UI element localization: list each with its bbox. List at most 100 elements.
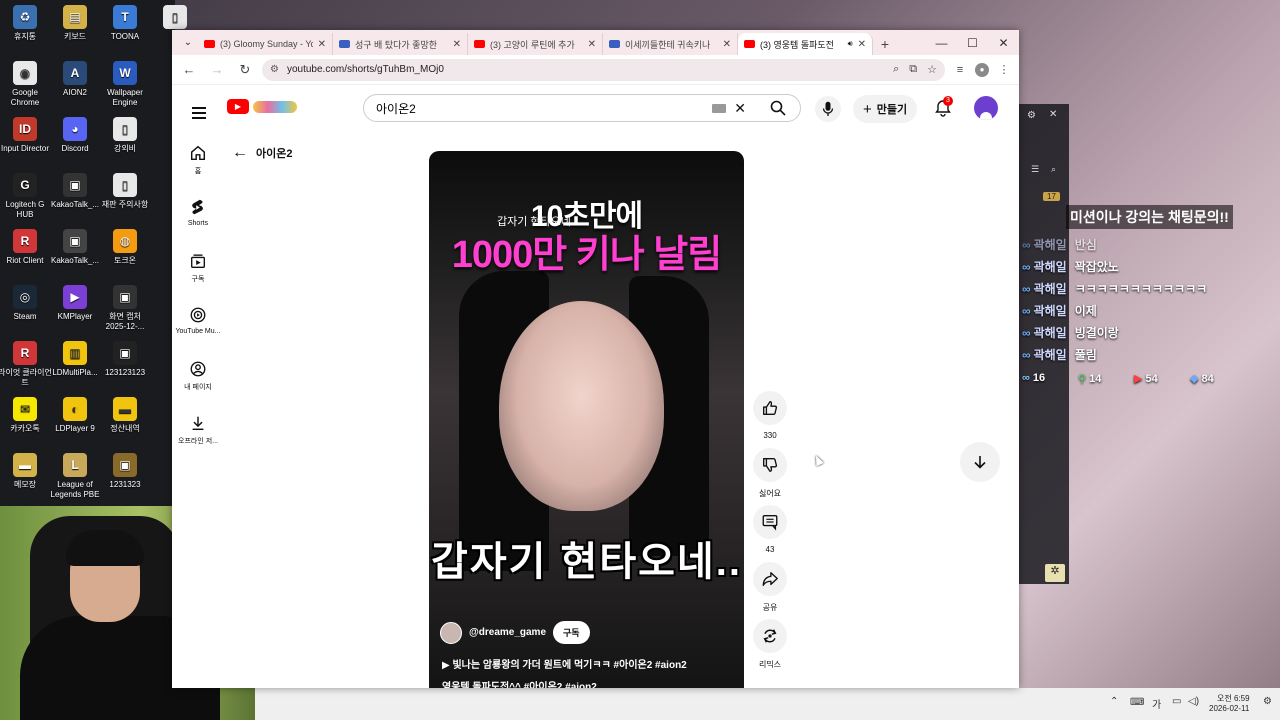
desktop-icon[interactable]: T TOONA <box>98 5 152 42</box>
desktop-icon[interactable]: ▯ <box>148 5 202 32</box>
desktop-icon[interactable]: ✉ 카카오톡 <box>0 397 52 434</box>
desktop-icon[interactable]: ID Input Director <box>0 117 52 154</box>
url-text[interactable]: youtube.com/shorts/gTuhBm_MOj0 <box>287 64 444 75</box>
install-app-icon[interactable]: ⧉ <box>909 63 917 76</box>
tab-search-chevron-icon[interactable]: ⌄ <box>178 30 198 55</box>
site-info-icon[interactable]: ⚙ <box>270 64 279 75</box>
tab-close-icon[interactable]: ✕ <box>858 39 866 50</box>
subscribe-button[interactable]: 구독 <box>553 621 590 644</box>
share-button[interactable] <box>753 562 787 596</box>
url-field[interactable]: ⚙ youtube.com/shorts/gTuhBm_MOj0 ⌕ ⧉ ☆ <box>262 58 945 81</box>
hamburger-menu-icon[interactable] <box>188 102 210 124</box>
settings-icon[interactable]: ⚙ <box>1027 110 1036 121</box>
desktop-icon[interactable]: ▥ LDMultiPla... <box>48 341 102 378</box>
new-tab-button[interactable]: + <box>873 33 897 55</box>
list-icon[interactable]: ☰ <box>1031 164 1039 175</box>
remix-button[interactable] <box>753 619 787 653</box>
account-avatar[interactable] <box>974 96 998 120</box>
minimize-button[interactable]: — <box>926 30 957 55</box>
desktop-icon[interactable]: ▤ 키보드 <box>48 5 102 42</box>
close-window-button[interactable]: ✕ <box>988 30 1019 55</box>
desktop-icon[interactable]: ▶ KMPlayer <box>48 285 102 322</box>
network-icon[interactable]: ▭ <box>1172 696 1181 707</box>
bug-icon[interactable]: ✲ <box>1045 564 1065 582</box>
search-input[interactable] <box>364 96 713 120</box>
next-video-button[interactable] <box>960 442 1000 482</box>
back-to-search[interactable]: ← 아이온2 <box>232 144 292 162</box>
reload-button[interactable]: ↻ <box>234 59 256 81</box>
clock-time[interactable]: 오전 6:59 <box>1217 693 1250 704</box>
tab-close-icon[interactable]: ✕ <box>723 39 731 50</box>
zoom-icon[interactable]: ⌕ <box>893 63 899 76</box>
desktop-icon[interactable]: W Wallpaper Engine <box>98 61 152 108</box>
desktop-icon[interactable]: R Riot Client <box>0 229 52 266</box>
ime-indicator[interactable]: 가 <box>1152 696 1161 711</box>
desktop-icon[interactable]: ◐ LDPlayer 9 <box>48 397 102 434</box>
shorts-player[interactable]: 10초만에 갑자기 현타오네. 1000만 키나 날림 갑자기 현타오네.. @… <box>429 151 744 688</box>
desktop-icon[interactable]: ▯ 강외비 <box>98 117 152 154</box>
desktop-icon[interactable]: ▬ 정산내역 <box>98 397 152 434</box>
channel-avatar[interactable] <box>440 621 462 644</box>
desktop-icon[interactable]: R 라이엇 클라이언트 <box>0 341 52 388</box>
extensions-icon[interactable]: ≡ <box>951 64 969 76</box>
create-button[interactable]: + 만들기 <box>853 95 918 123</box>
volume-icon[interactable]: ◁) <box>1188 696 1199 707</box>
guide-item[interactable]: 내 페이지 <box>172 354 224 408</box>
back-button[interactable]: ← <box>178 59 200 81</box>
browser-tab[interactable]: 성구 배 탔다가 좋망한 ✕ <box>333 33 468 55</box>
desktop-icon[interactable]: ◉ Google Chrome <box>0 61 52 108</box>
desktop-icon[interactable]: G Logitech G HUB <box>0 173 52 220</box>
notifications-button[interactable]: 3 <box>934 96 954 119</box>
keyboard-icon[interactable] <box>712 103 727 113</box>
desktop-icon[interactable]: A AION2 <box>48 61 102 98</box>
search-icon[interactable]: ⌕ <box>1051 164 1056 175</box>
browser-menu-icon[interactable]: ⋮ <box>995 63 1013 76</box>
keyboard-icon[interactable]: ⌨ <box>1130 697 1144 708</box>
desktop-icon[interactable]: ▣ 1231323 <box>98 453 152 490</box>
search-button[interactable] <box>756 95 800 121</box>
desktop-icon[interactable]: ◎ Steam <box>0 285 52 322</box>
chat-message: ∞ 곽해일 이제 <box>1022 302 1097 319</box>
desktop-icon[interactable]: ◍ 토크온 <box>98 229 152 266</box>
desktop-icon[interactable]: ▣ 화면 캡처 2025-12-... <box>98 285 152 332</box>
guide-item[interactable]: YouTube Mu... <box>172 300 224 354</box>
browser-tab[interactable]: (3) Gloomy Sunday - Yo ✕ <box>198 33 333 55</box>
profile-avatar[interactable]: ● <box>975 62 989 77</box>
bookmark-star-icon[interactable]: ☆ <box>927 63 937 76</box>
clock-date[interactable]: 2026-02-11 <box>1209 704 1249 713</box>
desktop-icon[interactable]: ▣ KakaoTalk_... <box>48 173 102 210</box>
channel-name[interactable]: @dreame_game <box>469 627 546 638</box>
video-description[interactable]: ▶ 빛나는 암룡왕의 가더 원트에 먹기ㅋㅋ #아이온2 #aion2 <box>442 656 687 671</box>
chevron-up-icon[interactable]: ⌃ <box>1110 696 1118 707</box>
clear-search-icon[interactable]: ✕ <box>734 100 746 117</box>
comment-button[interactable] <box>753 505 787 539</box>
close-icon[interactable]: ✕ <box>1049 109 1057 120</box>
browser-tab[interactable]: 이세끼들한테 귀속키나 ✕ <box>603 33 738 55</box>
browser-tab[interactable]: (3) 고양이 루틴에 추가 ✕ <box>468 33 603 55</box>
desktop-icon[interactable]: ▯ 재판 주의사항 <box>98 173 152 210</box>
youtube-logo[interactable]: ▶ <box>227 99 297 114</box>
desktop-icon[interactable]: ▣ 123123123 <box>98 341 152 378</box>
voice-search-button[interactable] <box>815 96 841 122</box>
desktop-icon-label: 토크온 <box>113 256 137 265</box>
guide-item[interactable]: 오프라인 저... <box>172 408 224 462</box>
forward-button[interactable]: → <box>206 59 228 81</box>
tab-close-icon[interactable]: ✕ <box>318 39 326 50</box>
desktop-icon[interactable]: L League of Legends PBE <box>48 453 102 500</box>
guide-item[interactable]: Shorts <box>172 192 224 246</box>
tab-close-icon[interactable]: ✕ <box>588 39 596 50</box>
tab-close-icon[interactable]: ✕ <box>453 39 461 50</box>
desktop-icon[interactable]: ▣ KakaoTalk_... <box>48 229 102 266</box>
desktop-icon[interactable]: ◕ Discord <box>48 117 102 154</box>
maximize-button[interactable]: ☐ <box>957 30 988 55</box>
desktop-icon[interactable]: ♻ 휴지통 <box>0 5 52 42</box>
audio-playing-icon[interactable]: 🔊︎ <box>848 39 853 49</box>
browser-tab[interactable]: (3) 영웅템 돌파도전 🔊︎ ✕ <box>738 33 873 55</box>
desktop-icon[interactable]: ▬ 메모장 <box>0 453 52 490</box>
notification-icon[interactable]: ⚙ <box>1263 696 1272 707</box>
guide-item[interactable]: 홈 <box>172 138 224 192</box>
like-button[interactable] <box>753 391 787 425</box>
dislike-button[interactable] <box>753 448 787 482</box>
video-description-line2[interactable]: 영웅템 돌파도전^^ #아이온2 #aion2 <box>442 678 597 688</box>
guide-item[interactable]: 구독 <box>172 246 224 300</box>
